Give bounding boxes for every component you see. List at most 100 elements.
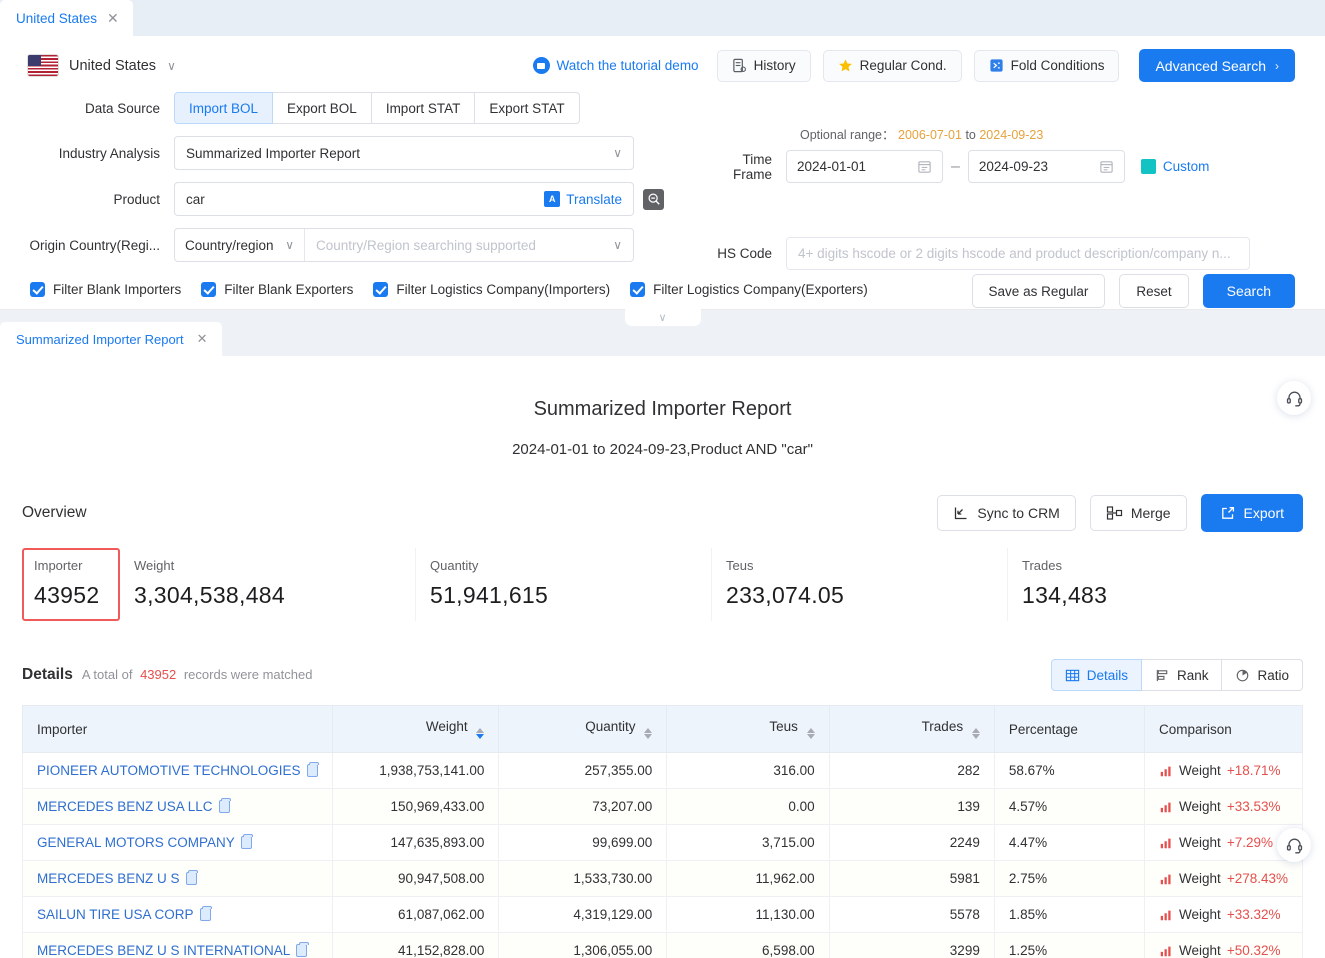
filter-blank-exporters-checkbox[interactable]: Filter Blank Exporters <box>201 282 353 297</box>
view-details-button[interactable]: Details <box>1050 659 1142 691</box>
data-source-export-bol[interactable]: Export BOL <box>273 92 372 124</box>
result-tab-summarized-importer-report[interactable]: Summarized Importer Report ✕ <box>0 322 222 356</box>
product-value: car <box>186 191 205 207</box>
hs-code-placeholder: 4+ digits hscode or 2 digits hscode and … <box>798 246 1231 261</box>
filter-logistics-exporters-checkbox[interactable]: Filter Logistics Company(Exporters) <box>630 282 868 297</box>
importer-link[interactable]: MERCEDES BENZ U S <box>37 871 180 886</box>
copy-icon[interactable] <box>218 798 232 813</box>
origin-country-search-input[interactable]: Country/Region searching supported ∨ <box>305 229 633 261</box>
column-header-quantity[interactable]: Quantity <box>498 705 668 753</box>
search-button[interactable]: Search <box>1202 274 1295 308</box>
sort-arrows-trades[interactable] <box>971 728 980 739</box>
details-title: Details <box>22 666 73 683</box>
country-selector[interactable]: United States ∨ <box>28 55 176 76</box>
app-root: United States ✕ United States ∨ Watch th… <box>0 0 1325 958</box>
sync-to-crm-button[interactable]: Sync to CRM <box>937 495 1076 531</box>
history-button[interactable]: History <box>716 49 811 82</box>
cell-weight: 147,635,893.00 <box>331 824 500 861</box>
stat-quantity-key: Quantity <box>430 558 479 573</box>
importer-link[interactable]: MERCEDES BENZ U S INTERNATIONAL <box>37 943 290 958</box>
table-row[interactable]: GENERAL MOTORS COMPANY 147,635,893.00 99… <box>22 824 1303 861</box>
column-header-weight[interactable]: Weight <box>331 705 500 753</box>
origin-country-type-value: Country/region <box>185 237 274 253</box>
support-headset-button-bottom[interactable] <box>1277 828 1311 862</box>
star-icon <box>838 59 852 72</box>
comparison-delta: +50.32% <box>1226 943 1281 958</box>
watch-tutorial-link[interactable]: Watch the tutorial demo <box>532 57 699 74</box>
bar-chart-up-icon <box>1160 838 1171 848</box>
close-icon[interactable]: ✕ <box>197 331 208 347</box>
view-ratio-button[interactable]: Ratio <box>1222 659 1303 691</box>
close-icon[interactable]: ✕ <box>107 11 119 25</box>
importer-link[interactable]: GENERAL MOTORS COMPANY <box>37 835 235 850</box>
origin-country-type-select[interactable]: Country/region ∨ <box>175 229 305 261</box>
custom-range-button[interactable]: Custom <box>1140 159 1209 174</box>
time-frame-row: Time Frame 2024-01-01 – 2024-09-23 Custo… <box>700 150 1250 183</box>
importer-link[interactable]: PIONEER AUTOMOTIVE TECHNOLOGIES <box>37 763 301 778</box>
copy-icon[interactable] <box>306 762 320 777</box>
translate-button[interactable]: A Translate <box>544 191 622 207</box>
stat-trades-value: 134,483 <box>1022 582 1108 608</box>
reset-button[interactable]: Reset <box>1119 274 1189 308</box>
filter-blank-importers-checkbox[interactable]: Filter Blank Importers <box>30 282 181 297</box>
industry-analysis-select[interactable]: Summarized Importer Report ∨ <box>174 136 634 170</box>
comparison-label: Weight <box>1179 943 1221 958</box>
product-input[interactable]: car A Translate <box>174 182 634 216</box>
sort-arrows-quantity[interactable] <box>644 728 653 739</box>
origin-country-label: Origin Country(Regi... <box>29 237 160 253</box>
product-label: Product <box>113 191 160 207</box>
optional-range-to: 2024-09-23 <box>979 128 1044 142</box>
zoom-out-search-icon-button[interactable] <box>643 188 664 210</box>
report-subtitle: 2024-01-01 to 2024-09-23,Product AND "ca… <box>512 441 813 458</box>
optional-range-note: Optional range： 2006-07-01 to 2024-09-23 <box>700 124 1250 143</box>
support-headset-button-top[interactable] <box>1277 381 1311 415</box>
stat-importer: Importer 43952 <box>22 548 120 621</box>
data-source-export-stat[interactable]: Export STAT <box>475 92 580 124</box>
save-as-regular-button[interactable]: Save as Regular <box>971 274 1106 308</box>
table-icon <box>1065 669 1079 681</box>
copy-icon[interactable] <box>199 906 213 921</box>
fold-conditions-button[interactable]: Fold Conditions <box>973 49 1120 82</box>
search-panel: United States ∨ Watch the tutorial demo … <box>0 36 1325 326</box>
table-row[interactable]: MERCEDES BENZ U S 90,947,508.00 1,533,73… <box>22 860 1303 897</box>
data-source-segmented: Import BOL Export BOL Import STAT Export… <box>174 92 580 124</box>
filters-row: Filter Blank Importers Filter Blank Expo… <box>0 274 1325 308</box>
cell-trades: 3299 <box>828 932 995 958</box>
column-header-teus[interactable]: Teus <box>666 705 830 753</box>
copy-icon[interactable] <box>240 834 254 849</box>
data-source-import-bol[interactable]: Import BOL <box>174 92 274 124</box>
filter-logistics-importers-checkbox[interactable]: Filter Logistics Company(Importers) <box>373 282 610 297</box>
sort-arrows-weight[interactable] <box>476 728 485 739</box>
column-header-quantity-label: Quantity <box>585 719 636 734</box>
country-tab-united-states[interactable]: United States ✕ <box>0 0 133 36</box>
export-button[interactable]: Export <box>1200 494 1303 532</box>
table-row[interactable]: MERCEDES BENZ U S INTERNATIONAL 41,152,8… <box>22 932 1303 958</box>
table-row[interactable]: MERCEDES BENZ USA LLC 150,969,433.00 73,… <box>22 788 1303 825</box>
table-row[interactable]: SAILUN TIRE USA CORP 61,087,062.00 4,319… <box>22 896 1303 933</box>
industry-analysis-label: Industry Analysis <box>58 145 160 161</box>
advanced-search-button[interactable]: Advanced Search › <box>1139 49 1295 82</box>
collapse-panel-toggle[interactable]: ∨ <box>624 309 701 326</box>
column-header-comparison-label: Comparison <box>1159 721 1232 737</box>
view-rank-button[interactable]: Rank <box>1141 659 1223 691</box>
importer-link[interactable]: MERCEDES BENZ USA LLC <box>37 799 213 814</box>
merge-button[interactable]: Merge <box>1089 495 1187 531</box>
date-to-input[interactable]: 2024-09-23 <box>967 150 1125 183</box>
data-source-import-stat[interactable]: Import STAT <box>371 92 476 124</box>
hs-code-label: HS Code <box>717 246 772 261</box>
column-header-trades[interactable]: Trades <box>828 705 995 753</box>
importer-link[interactable]: SAILUN TIRE USA CORP <box>37 907 194 922</box>
sort-arrows-teus[interactable] <box>806 728 815 739</box>
cell-comparison: Weight +50.32% <box>1144 932 1303 958</box>
hs-code-input[interactable]: 4+ digits hscode or 2 digits hscode and … <box>786 237 1250 270</box>
stat-weight-value: 3,304,538,484 <box>134 582 285 608</box>
regular-cond-button[interactable]: Regular Cond. <box>822 49 962 82</box>
copy-icon[interactable] <box>185 870 199 885</box>
stat-importer-value: 43952 <box>34 582 100 608</box>
column-header-importer[interactable]: Importer <box>22 705 333 753</box>
table-row[interactable]: PIONEER AUTOMOTIVE TECHNOLOGIES 1,938,75… <box>22 752 1303 789</box>
cell-percentage: 58.67% <box>993 752 1146 789</box>
history-label: History <box>753 58 796 73</box>
date-from-input[interactable]: 2024-01-01 <box>786 150 943 183</box>
copy-icon[interactable] <box>296 942 309 957</box>
